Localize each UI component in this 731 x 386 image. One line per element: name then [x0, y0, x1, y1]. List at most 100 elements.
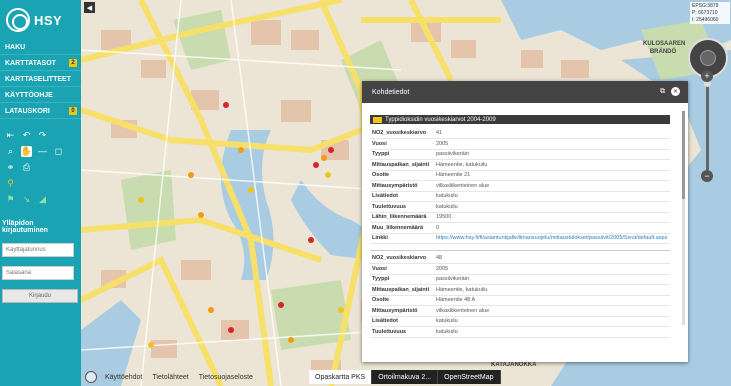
draw-area-icon[interactable]: ◢: [37, 194, 48, 205]
projection-label: EPSG:3879: [692, 3, 719, 9]
menu-item-haku[interactable]: HAKU: [0, 40, 81, 55]
attribute-value: 41: [434, 128, 670, 139]
menu-item-kayttoohje[interactable]: KÄYTTÖOHJE: [0, 88, 81, 103]
admin-login: Ylläpidon kirjautuminen Kirjaudu: [2, 220, 79, 303]
attribute-row: NO2_vuosikeskiarvo 41: [370, 128, 670, 139]
previous-view-icon[interactable]: ⇤: [5, 130, 16, 141]
attribute-value: vilkasliikenteinen alue: [434, 305, 670, 317]
draw-line-icon[interactable]: ↘: [21, 194, 32, 205]
menu-item-label: KÄYTTÖOHJE: [5, 91, 53, 99]
zoom-out-button[interactable]: −: [701, 170, 713, 182]
attribute-row: Lähin_liikennemäärä 19500: [370, 212, 670, 223]
layer-color-swatch: [373, 116, 382, 123]
attribute-key: Vuosi: [370, 263, 434, 275]
collapse-sidebar-button[interactable]: ◀: [84, 2, 95, 13]
menu-item-karttaselitteet[interactable]: KARTTASELITTEET: [0, 72, 81, 87]
attribute-row: Mittauspaikan_sijainti Hämeentie, katukui…: [370, 284, 670, 296]
hsy-footer-logo-icon: [85, 371, 97, 383]
panel-title: Kohdetiedot: [372, 88, 410, 96]
panel-header[interactable]: Kohdetiedot ⧉ ✕: [362, 81, 688, 103]
data-sources-link[interactable]: Tietolähteet: [150, 374, 190, 381]
privacy-link[interactable]: Tietosuojaseloste: [197, 374, 255, 381]
panel-scrollbar[interactable]: [682, 111, 685, 325]
attribute-key: Tyyppi: [370, 149, 434, 160]
zoom-slider[interactable]: [704, 80, 711, 170]
zoom-in-button[interactable]: +: [701, 70, 713, 82]
link-icon[interactable]: ⚭: [5, 162, 16, 173]
attribute-table: NO2_vuosikeskiarvo 48 Vuosi 2005 Tyyppi passi…: [370, 253, 670, 338]
hsy-logo[interactable]: HSY: [0, 0, 81, 40]
sidebar: HSY HAKU KARTTATASOT 2 KARTTASELITTEET KÄ…: [0, 0, 81, 386]
attribute-row: Tuulettuvuus katukuilu: [370, 326, 670, 338]
pan-hand-icon[interactable]: ✋: [21, 145, 32, 157]
attribute-row: Linkki https://www.hsy.fi/fi/asiantuntija…: [370, 233, 670, 244]
attribute-table: NO2_vuosikeskiarvo 41 Vuosi 2005 Tyyppi passi…: [370, 128, 670, 244]
panel-body: Typpidioksidin vuosikeskiarvot 2004-2009…: [362, 103, 688, 362]
attribute-value: Hämeentie 48 A: [434, 295, 670, 306]
compass-center-icon: [700, 50, 716, 66]
attribute-key: Tuulettuvuus: [370, 326, 434, 338]
attribute-link[interactable]: https://www.hsy.fi/fi/asiantuntijalle/il…: [436, 235, 667, 241]
hsy-logo-icon: [6, 8, 30, 32]
login-button[interactable]: Kirjaudu: [2, 289, 78, 303]
attribute-row: Lisätiedot katukuilu: [370, 316, 670, 327]
username-input[interactable]: [2, 243, 74, 257]
attribute-value: https://www.hsy.fi/fi/asiantuntijalle/il…: [434, 233, 670, 244]
attribute-key: Tuulettuvuus: [370, 201, 434, 213]
menu-item-karttatasot[interactable]: KARTTATASOT 2: [0, 56, 81, 71]
attribute-key: Mittauspaikan_sijainti: [370, 159, 434, 171]
menu-item-label: KARTTATASOT: [5, 59, 56, 67]
attribute-key: Mittauspaikan_sijainti: [370, 284, 434, 296]
measure-line-icon[interactable]: —: [37, 146, 48, 157]
map-footer: Käyttöehdot Tietolähteet Tietosuojaselos…: [85, 371, 255, 383]
place-label: KATAJANOKKA: [491, 362, 537, 368]
scrollbar-thumb[interactable]: [682, 111, 685, 199]
zoom-box-icon[interactable]: ⌕: [5, 146, 16, 157]
attribute-key: NO2_vuosikeskiarvo: [370, 128, 434, 139]
print-icon[interactable]: ⎙: [21, 162, 32, 173]
attribute-key: Linkki: [370, 233, 434, 244]
undo-icon[interactable]: ↶: [21, 130, 32, 141]
feature-info-icon[interactable]: ⚲: [5, 178, 16, 189]
layer-name: Typpidioksidin vuosikeskiarvot 2004-2009: [385, 116, 496, 123]
attribute-value: Hämeentie, katukuilu: [434, 159, 670, 171]
attribute-value: Hämeentie, katukuilu: [434, 284, 670, 296]
feature-info-panel: Kohdetiedot ⧉ ✕ Typpidioksidin vuosikesk…: [362, 81, 688, 362]
tab-opaskartta[interactable]: Opaskartta PKS: [309, 370, 373, 384]
logo-text: HSY: [34, 12, 63, 28]
attribute-key: Lisätiedot: [370, 316, 434, 327]
attribute-value: katukuilu: [434, 326, 670, 338]
attribute-row: Tyyppi passiivikeräin: [370, 149, 670, 160]
attribute-row: Mittausympäristö vilkasliikenteinen alue: [370, 180, 670, 192]
password-input[interactable]: [2, 266, 74, 280]
redo-icon[interactable]: ↷: [37, 130, 48, 141]
coordinate-readout: EPSG:3879 P: 6673710 I: 25496060: [690, 2, 730, 24]
attribute-key: Lisätiedot: [370, 191, 434, 202]
attribute-key: Vuosi: [370, 138, 434, 150]
attribute-row: Tuulettuvuus katukuilu: [370, 201, 670, 213]
attribute-value: 19500: [434, 212, 670, 223]
measure-area-icon[interactable]: ◻: [53, 146, 64, 157]
background-layer-tabs: Opaskartta PKS Ortoilmakuva 2... OpenStr…: [309, 370, 501, 384]
main-menu: HAKU KARTTATASOT 2 KARTTASELITTEET KÄYTTÖ…: [0, 40, 81, 119]
attribute-key: Mittausympäristö: [370, 305, 434, 317]
attribute-row: Osoite Hämeentie 21: [370, 170, 670, 181]
detach-window-icon[interactable]: ⧉: [658, 87, 667, 96]
menu-item-latauskori[interactable]: LATAUSKORI 0: [0, 104, 81, 119]
terms-link[interactable]: Käyttöehdot: [103, 374, 144, 381]
attribute-row: Lisätiedot katukuilu: [370, 191, 670, 202]
login-title: Ylläpidon kirjautuminen: [2, 220, 48, 234]
menu-item-label: KARTTASELITTEET: [5, 75, 71, 83]
attribute-value: 2005: [434, 263, 670, 275]
record-separator: [370, 250, 670, 251]
attribute-value: katukuilu: [434, 191, 670, 202]
tab-openstreetmap[interactable]: OpenStreetMap: [438, 370, 501, 384]
draw-point-icon[interactable]: ⚑: [5, 194, 16, 205]
attribute-row: NO2_vuosikeskiarvo 48: [370, 253, 670, 264]
attribute-row: Muu_liikennemäärä 0: [370, 222, 670, 234]
tab-ortoilmakuva[interactable]: Ortoilmakuva 2...: [372, 370, 439, 384]
close-icon[interactable]: ✕: [671, 87, 680, 96]
attribute-key: NO2_vuosikeskiarvo: [370, 253, 434, 264]
attribute-value: vilkasliikenteinen alue: [434, 180, 670, 192]
count-badge: 0: [69, 107, 77, 115]
